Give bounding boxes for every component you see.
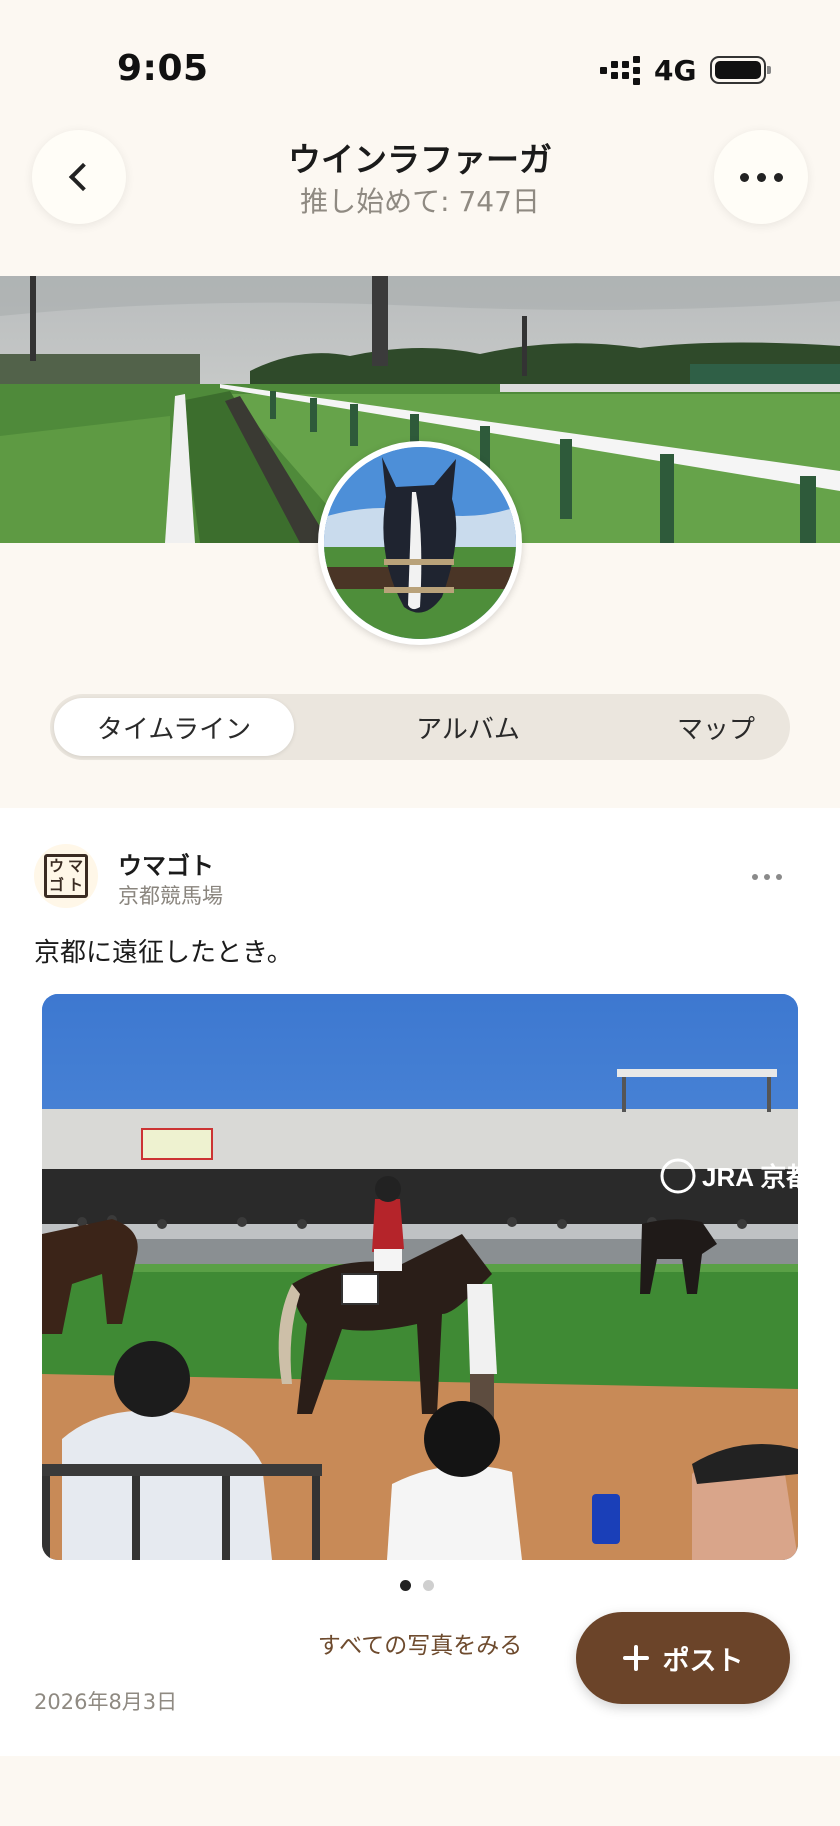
post-text: 京都に遠征したとき。	[34, 938, 293, 968]
tab-album[interactable]: アルバム	[348, 698, 588, 756]
pager-dot	[423, 1580, 434, 1591]
battery-icon	[710, 56, 772, 84]
plus-icon	[622, 1645, 649, 1671]
signal-icon	[600, 55, 640, 85]
back-button[interactable]	[32, 130, 126, 224]
status-icons: 4G	[600, 50, 772, 90]
page-title: ウインラファーガ	[288, 140, 552, 179]
author-avatar[interactable]: ウ マ ゴ ト	[34, 844, 98, 908]
logo-char: ト	[67, 876, 83, 894]
status-bar: 9:05 4G	[0, 0, 840, 130]
post-date: 2026年8月3日	[34, 1690, 178, 1714]
post-location[interactable]: 京都競馬場	[118, 880, 223, 910]
network-label: 4G	[654, 53, 697, 87]
status-time: 9:05	[117, 48, 209, 89]
horse-avatar[interactable]	[318, 441, 522, 645]
umagoto-logo: ウ マ ゴ ト	[44, 854, 88, 898]
post-button-label: ポスト	[662, 1645, 744, 1677]
see-all-photos-link[interactable]: すべての写真をみる	[300, 1626, 540, 1660]
logo-char: ウ	[48, 857, 64, 875]
logo-char: ゴ	[48, 876, 64, 894]
tab-timeline[interactable]: タイムライン	[54, 698, 294, 756]
post-author[interactable]: ウマゴト	[118, 846, 214, 881]
photo-signage: JRA 京都	[702, 1162, 798, 1192]
post-more-icon[interactable]	[752, 874, 782, 880]
post-button[interactable]: ポスト	[576, 1612, 790, 1704]
logo-char: マ	[67, 857, 83, 875]
chevron-left-icon	[68, 162, 98, 192]
pager-dot-active	[400, 1580, 411, 1591]
tab-map[interactable]: マップ	[596, 698, 836, 756]
more-button[interactable]	[714, 130, 808, 224]
post-photo[interactable]: JRA 京都	[42, 994, 798, 1560]
oshi-days-subtitle: 推し始めて: 747日	[300, 185, 540, 218]
more-horizontal-icon	[739, 172, 783, 182]
profile-tabs: タイムライン アルバム マップ	[50, 694, 790, 760]
photo-pager	[400, 1580, 434, 1591]
